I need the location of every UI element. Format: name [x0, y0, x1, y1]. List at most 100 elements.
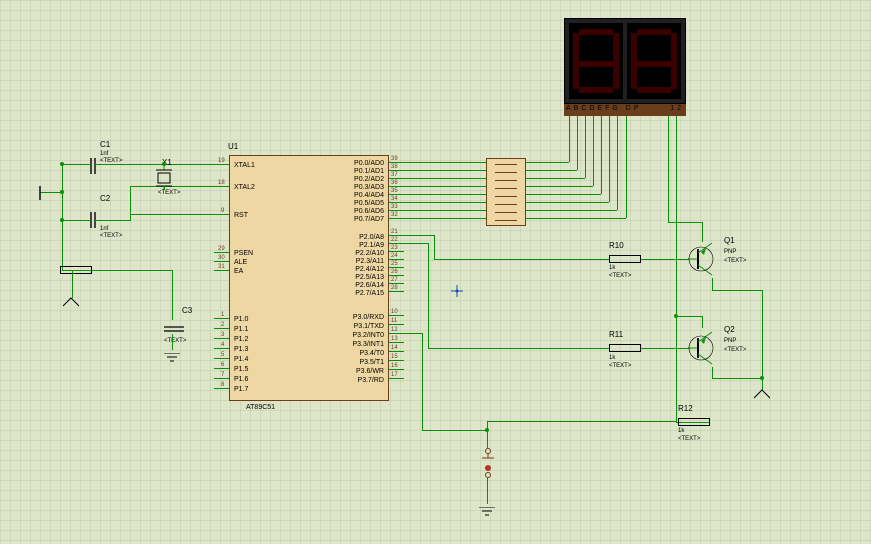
wire — [404, 186, 486, 187]
chip-pin-stub — [214, 164, 229, 165]
wire — [62, 164, 63, 270]
wire — [526, 178, 585, 179]
x1-text: <TEXT> — [158, 190, 180, 196]
seven-seg-digit-2 — [627, 23, 681, 99]
c3-body[interactable] — [164, 320, 184, 341]
wire — [609, 116, 610, 202]
r12-val: 1k — [678, 428, 684, 434]
chip-pin-stub — [389, 186, 404, 187]
chip-part: AT89C51 — [246, 404, 275, 411]
wire — [404, 235, 434, 236]
push-button[interactable] — [478, 448, 498, 483]
wire — [404, 243, 428, 244]
wire — [422, 430, 487, 431]
resistor-pack[interactable] — [486, 158, 526, 226]
chip-pin-stub — [214, 358, 229, 359]
wire — [95, 220, 130, 221]
seven-segment-display[interactable] — [564, 18, 686, 104]
r12-body[interactable] — [678, 418, 710, 426]
chip-ref: U1 — [228, 142, 238, 151]
c3-ref: C3 — [182, 306, 192, 315]
c2-body[interactable] — [83, 212, 103, 233]
wire — [526, 186, 593, 187]
ground-icon — [479, 504, 495, 522]
wire — [72, 270, 73, 298]
chip-pin-stub — [389, 351, 404, 352]
wire — [617, 116, 618, 210]
wire — [712, 278, 713, 290]
chip-pin-stub — [214, 214, 229, 215]
wire — [164, 186, 165, 190]
c1-ref: C1 — [100, 140, 110, 149]
chip-pin-stub — [389, 291, 404, 292]
wire — [404, 162, 486, 163]
wire — [422, 333, 423, 430]
chip-pin-stub — [214, 378, 229, 379]
wire — [95, 164, 214, 165]
wire — [712, 378, 762, 379]
chip-pin-stub — [389, 259, 404, 260]
power-arrow-icon — [754, 388, 770, 400]
wire — [526, 218, 626, 219]
ground-icon — [164, 350, 180, 368]
wire — [585, 116, 586, 178]
wire — [526, 202, 609, 203]
resistor-rst-body[interactable] — [60, 266, 92, 274]
wire — [404, 218, 486, 219]
q1-transistor[interactable] — [688, 238, 718, 278]
chip-pin-stub — [214, 270, 229, 271]
wire — [404, 333, 422, 334]
wire — [577, 116, 578, 170]
q2-type: PNP — [724, 338, 736, 344]
wire — [526, 170, 577, 171]
wire — [641, 348, 689, 349]
wire — [434, 259, 609, 260]
c1-body[interactable] — [83, 158, 103, 179]
seven-seg-abcdefg-label: ABCDEFG DP — [566, 105, 642, 112]
chip-pin-stub — [389, 360, 404, 361]
chip-pin-stub — [389, 251, 404, 252]
c1-val: 1nf — [100, 151, 108, 157]
r10-text: <TEXT> — [609, 273, 631, 279]
r10-ref: R10 — [609, 241, 624, 250]
r12-ref: R12 — [678, 404, 693, 413]
seven-seg-digit-sel-label: 12 — [670, 105, 684, 112]
terminal-icon — [36, 186, 44, 205]
chip-pin-stub — [389, 178, 404, 179]
r11-ref: R11 — [609, 330, 623, 339]
chip-pin-stub — [389, 324, 404, 325]
r11-text: <TEXT> — [609, 363, 631, 369]
wire — [601, 116, 602, 194]
q2-text: <TEXT> — [724, 347, 746, 353]
chip-pin-stub — [389, 342, 404, 343]
chip-pin-stub — [389, 369, 404, 370]
seven-seg-digit-1 — [569, 23, 623, 99]
wire — [526, 210, 617, 211]
wire — [172, 334, 173, 350]
power-arrow-icon — [63, 296, 79, 308]
chip-pin-stub — [389, 315, 404, 316]
wire — [626, 116, 627, 218]
junction — [60, 218, 64, 222]
wire — [428, 348, 609, 349]
r11-body[interactable] — [609, 344, 641, 352]
chip-pin-stub — [389, 218, 404, 219]
chip-pin-stub — [214, 328, 229, 329]
junction — [674, 314, 678, 318]
wire — [641, 259, 689, 260]
wire — [404, 170, 486, 171]
chip-pin-stub — [389, 243, 404, 244]
editor-cursor-icon — [451, 284, 461, 294]
c2-ref: C2 — [100, 194, 110, 203]
wire — [762, 290, 763, 378]
wire — [172, 270, 173, 320]
chip-pin-stub — [389, 275, 404, 276]
r10-body[interactable] — [609, 255, 641, 263]
chip-pin-stub — [389, 333, 404, 334]
wire — [712, 367, 713, 378]
q2-transistor[interactable] — [688, 327, 718, 367]
chip-pin-stub — [389, 378, 404, 379]
chip-body[interactable]: XTAL1 XTAL2 RST PSEN ALE EA P1.0 P1.1 P1… — [229, 155, 389, 401]
chip-pin-stub — [214, 186, 229, 187]
wire — [487, 430, 488, 448]
